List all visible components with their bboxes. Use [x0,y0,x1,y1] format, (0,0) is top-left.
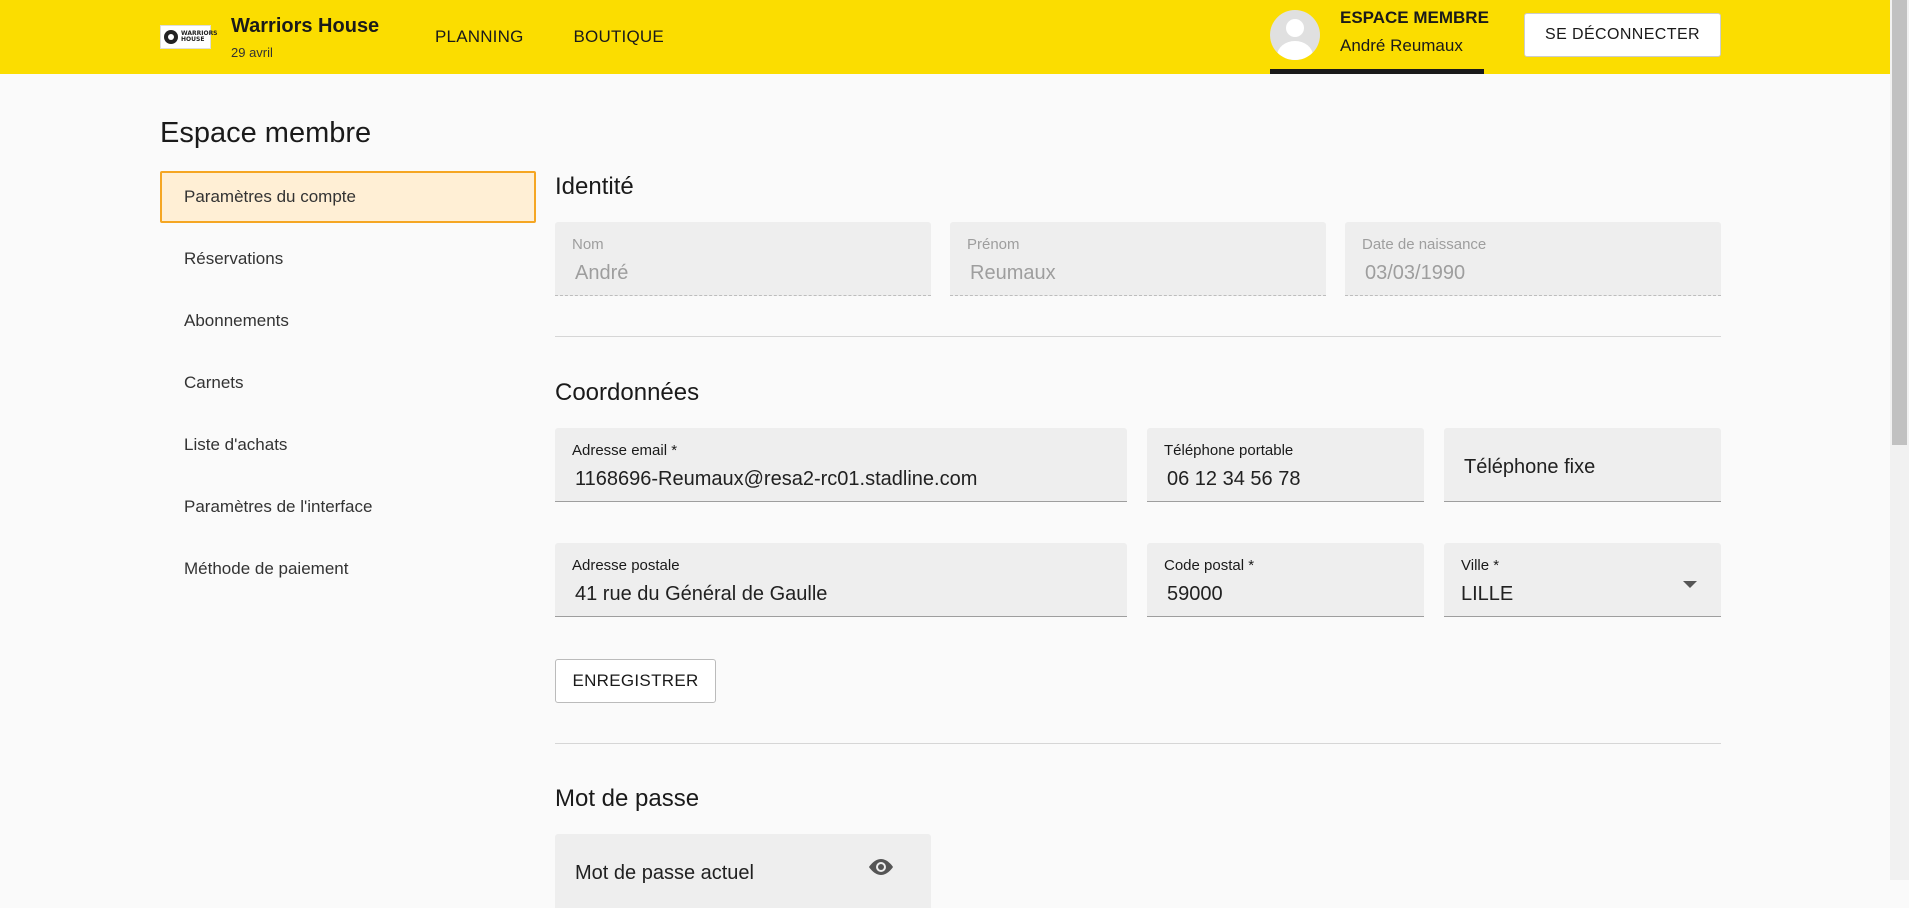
mobile-phone-value[interactable]: 06 12 34 56 78 [1167,468,1300,491]
postal-code-value[interactable]: 59000 [1167,583,1223,606]
top-bar: WARRIORS HOUSE Warriors House 29 avril P… [0,0,1890,74]
brand-logo: WARRIORS HOUSE [160,25,218,49]
sidebar-item-booklets[interactable]: Carnets [160,357,536,409]
email-field[interactable]: Adresse email * 1168696-Reumaux@resa2-rc… [555,428,1127,502]
nav-planning[interactable]: PLANNING [435,27,524,47]
logo-emblem-icon [164,30,178,44]
page-title: Espace membre [160,117,372,149]
postal-code-field[interactable]: Code postal * 59000 [1147,543,1424,617]
sidebar-item-purchase-list[interactable]: Liste d'achats [160,419,536,471]
password-section-title: Mot de passe [555,785,700,812]
city-label: Ville * [1461,557,1500,574]
current-password-placeholder: Mot de passe actuel [575,862,754,884]
nav-boutique[interactable]: BOUTIQUE [574,27,664,47]
landline-phone-field[interactable]: Téléphone fixe [1444,428,1721,502]
page-scrollbar[interactable] [1890,0,1909,880]
divider [555,336,1721,337]
email-value[interactable]: 1168696-Reumaux@resa2-rc01.stadline.com [575,468,977,491]
sidebar-item-reservations[interactable]: Réservations [160,233,536,285]
city-value: LILLE [1461,583,1514,605]
current-password-field[interactable]: Mot de passe actuel [555,834,931,908]
first-name-label: Prénom [967,236,1020,253]
birth-date-field: Date de naissance 03/03/1990 [1345,222,1721,296]
member-space-title: ESPACE MEMBRE [1340,8,1489,27]
birth-date-value: 03/03/1990 [1365,262,1466,284]
identity-section-title: Identité [555,173,634,200]
postal-code-label: Code postal * [1164,557,1255,574]
postal-address-value[interactable]: 41 rue du Général de Gaulle [575,583,827,606]
postal-address-label: Adresse postale [572,557,680,574]
last-name-field: Nom André [555,222,931,296]
logout-button[interactable]: SE DÉCONNECTER [1524,13,1721,57]
sidebar: Paramètres du compte Réservations Abonne… [160,171,536,605]
logo-text: WARRIORS HOUSE [181,30,218,43]
save-button[interactable]: ENREGISTRER [555,659,716,703]
first-name-value: Reumaux [970,262,1056,284]
member-space-tab[interactable]: ESPACE MEMBRE André Reumaux [1270,0,1489,74]
sidebar-item-payment-method[interactable]: Méthode de paiement [160,543,536,595]
last-name-label: Nom [572,236,604,253]
email-label: Adresse email * [572,442,678,459]
main-nav: PLANNING BOUTIQUE [435,0,714,74]
city-select[interactable]: Ville * LILLE [1444,543,1721,617]
contact-section-title: Coordonnées [555,379,700,406]
postal-address-field[interactable]: Adresse postale 41 rue du Général de Gau… [555,543,1127,617]
mobile-phone-field[interactable]: Téléphone portable 06 12 34 56 78 [1147,428,1424,502]
brand[interactable]: WARRIORS HOUSE Warriors House 29 avril [160,14,379,60]
current-date: 29 avril [231,44,273,60]
mobile-phone-label: Téléphone portable [1164,442,1294,459]
sidebar-item-interface-settings[interactable]: Paramètres de l'interface [160,481,536,533]
avatar [1270,10,1320,60]
sidebar-item-account-settings[interactable]: Paramètres du compte [160,171,536,223]
member-name: André Reumaux [1340,36,1463,55]
sidebar-item-subscriptions[interactable]: Abonnements [160,295,536,347]
divider [555,743,1721,744]
dropdown-arrow-icon[interactable] [1683,581,1697,588]
last-name-value: André [575,262,629,284]
eye-icon[interactable] [867,858,895,876]
scrollbar-thumb[interactable] [1892,0,1907,445]
brand-name: Warriors House [231,14,380,37]
first-name-field: Prénom Reumaux [950,222,1326,296]
birth-date-label: Date de naissance [1362,236,1487,253]
landline-phone-placeholder: Téléphone fixe [1464,456,1596,478]
